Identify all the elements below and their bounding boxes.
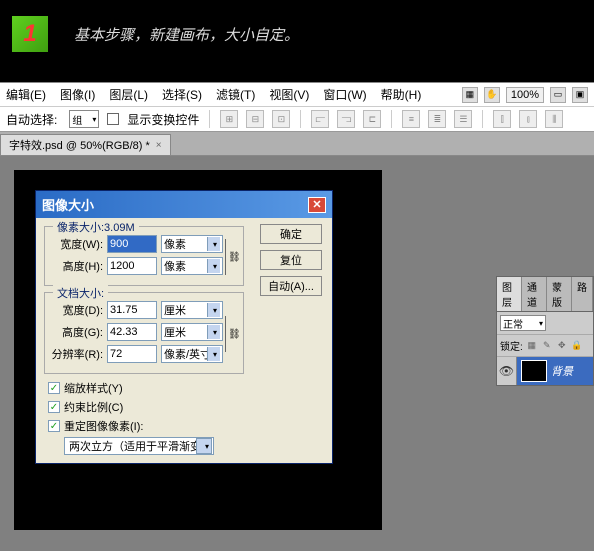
menu-select[interactable]: 选择(S) bbox=[162, 86, 202, 103]
menu-view[interactable]: 视图(V) bbox=[269, 86, 309, 103]
lock-trans-icon[interactable]: ▦ bbox=[526, 340, 538, 352]
menu-help[interactable]: 帮助(H) bbox=[381, 86, 422, 103]
scale-styles-checkbox[interactable]: ✓ bbox=[48, 382, 60, 394]
layer-name: 背景 bbox=[551, 363, 573, 379]
autoselect-combo[interactable]: 组 bbox=[69, 110, 99, 128]
resolution-input[interactable] bbox=[107, 345, 157, 363]
dialog-titlebar[interactable]: 图像大小 ✕ bbox=[36, 191, 332, 218]
dist-icon[interactable]: ⫼ bbox=[545, 110, 563, 128]
image-size-dialog: 图像大小 ✕ 确定 复位 自动(A)... 像素大小:3.09M 宽度(W): … bbox=[35, 190, 333, 464]
show-controls-label: 显示变换控件 bbox=[127, 111, 199, 128]
dist-icon[interactable]: ⫿ bbox=[493, 110, 511, 128]
dist-icon[interactable]: ☰ bbox=[454, 110, 472, 128]
options-bar: 自动选择: 组 显示变换控件 ⊞ ⊟ ⊡ ⫍ ⫎ ⊏ ≡ ≣ ☰ ⫿ ⫾ ⫼ bbox=[0, 106, 594, 132]
auto-button[interactable]: 自动(A)... bbox=[260, 276, 322, 296]
align-icon[interactable]: ⫍ bbox=[311, 110, 329, 128]
align-icon[interactable]: ⊞ bbox=[220, 110, 238, 128]
width-unit-combo[interactable]: 像素▾ bbox=[161, 235, 223, 253]
link-icon: ⛓ bbox=[228, 329, 241, 340]
doc-width-label: 宽度(D): bbox=[51, 302, 103, 318]
tab-masks[interactable]: 蒙版 bbox=[547, 277, 572, 311]
align-icon[interactable]: ⊏ bbox=[363, 110, 381, 128]
zoom-level[interactable]: 100% bbox=[506, 87, 544, 103]
menu-bar: 编辑(E) 图像(I) 图层(L) 选择(S) 滤镜(T) 视图(V) 窗口(W… bbox=[0, 82, 594, 106]
lock-label: 锁定: bbox=[500, 338, 523, 353]
resample-method-combo[interactable]: 两次立方（适用于平滑渐变）▾ bbox=[64, 437, 214, 455]
pixel-size-legend: 像素大小:3.09M bbox=[53, 219, 139, 235]
close-icon[interactable]: ✕ bbox=[308, 197, 326, 213]
height-unit-combo[interactable]: 像素▾ bbox=[161, 257, 223, 275]
menu-layer[interactable]: 图层(L) bbox=[109, 86, 148, 103]
resolution-unit-combo[interactable]: 像素/英寸▾ bbox=[161, 345, 223, 363]
dist-icon[interactable]: ≣ bbox=[428, 110, 446, 128]
layers-panel: 图层 通道 蒙版 路 正常 锁定: ▦ ✎ ✥ 🔒 👁 背景 bbox=[496, 276, 594, 386]
align-icon[interactable]: ⊡ bbox=[272, 110, 290, 128]
tab-layers[interactable]: 图层 bbox=[497, 277, 522, 311]
lock-move-icon[interactable]: ✥ bbox=[556, 340, 568, 352]
doc-height-unit-combo[interactable]: 厘米▾ bbox=[161, 323, 223, 341]
menu-edit[interactable]: 编辑(E) bbox=[6, 86, 46, 103]
step-description: 基本步骤，新建画布，大小自定。 bbox=[74, 24, 299, 45]
height-input[interactable] bbox=[107, 257, 157, 275]
align-icon[interactable]: ⫎ bbox=[337, 110, 355, 128]
screen-icon[interactable]: ▣ bbox=[572, 87, 588, 103]
width-label: 宽度(W): bbox=[51, 236, 103, 252]
width-input[interactable] bbox=[107, 235, 157, 253]
doc-height-input[interactable] bbox=[107, 323, 157, 341]
dist-icon[interactable]: ⫾ bbox=[519, 110, 537, 128]
document-tab[interactable]: 字特效.psd @ 50%(RGB/8) * × bbox=[0, 134, 171, 155]
lock-brush-icon[interactable]: ✎ bbox=[541, 340, 553, 352]
resample-checkbox[interactable]: ✓ bbox=[48, 420, 60, 432]
close-tab-icon[interactable]: × bbox=[156, 140, 162, 151]
layer-item-background[interactable]: 👁 背景 bbox=[497, 357, 593, 385]
show-controls-checkbox[interactable] bbox=[107, 113, 119, 125]
height-label: 高度(H): bbox=[51, 258, 103, 274]
dist-icon[interactable]: ≡ bbox=[402, 110, 420, 128]
workspace-icon[interactable]: ▦ bbox=[462, 87, 478, 103]
scale-styles-label: 缩放样式(Y) bbox=[64, 380, 123, 396]
doc-width-unit-combo[interactable]: 厘米▾ bbox=[161, 301, 223, 319]
document-tabbar: 字特效.psd @ 50%(RGB/8) * × bbox=[0, 132, 594, 156]
autoselect-label: 自动选择: bbox=[6, 111, 57, 128]
view-icon[interactable]: ▭ bbox=[550, 87, 566, 103]
visibility-icon[interactable]: 👁 bbox=[497, 357, 517, 385]
reset-button[interactable]: 复位 bbox=[260, 250, 322, 270]
menu-image[interactable]: 图像(I) bbox=[60, 86, 95, 103]
constrain-label: 约束比例(C) bbox=[64, 399, 123, 415]
menu-filter[interactable]: 滤镜(T) bbox=[216, 86, 255, 103]
resample-label: 重定图像像素(I): bbox=[64, 418, 143, 434]
tab-paths[interactable]: 路 bbox=[572, 277, 593, 311]
menu-window[interactable]: 窗口(W) bbox=[323, 86, 366, 103]
resolution-label: 分辨率(R): bbox=[51, 346, 103, 362]
ok-button[interactable]: 确定 bbox=[260, 224, 322, 244]
step-badge: 1 bbox=[12, 16, 48, 52]
link-icon: ⛓ bbox=[228, 252, 241, 263]
tab-channels[interactable]: 通道 bbox=[522, 277, 547, 311]
doc-height-label: 高度(G): bbox=[51, 324, 103, 340]
doc-width-input[interactable] bbox=[107, 301, 157, 319]
link-bracket bbox=[225, 316, 226, 352]
link-bracket bbox=[225, 239, 226, 275]
layer-thumbnail[interactable] bbox=[521, 360, 547, 382]
constrain-checkbox[interactable]: ✓ bbox=[48, 401, 60, 413]
hand-icon[interactable]: ✋ bbox=[484, 87, 500, 103]
dialog-title: 图像大小 bbox=[42, 195, 94, 214]
align-icon[interactable]: ⊟ bbox=[246, 110, 264, 128]
doc-size-legend: 文档大小: bbox=[53, 285, 108, 301]
blend-mode-combo[interactable]: 正常 bbox=[500, 315, 546, 331]
lock-all-icon[interactable]: 🔒 bbox=[571, 340, 583, 352]
